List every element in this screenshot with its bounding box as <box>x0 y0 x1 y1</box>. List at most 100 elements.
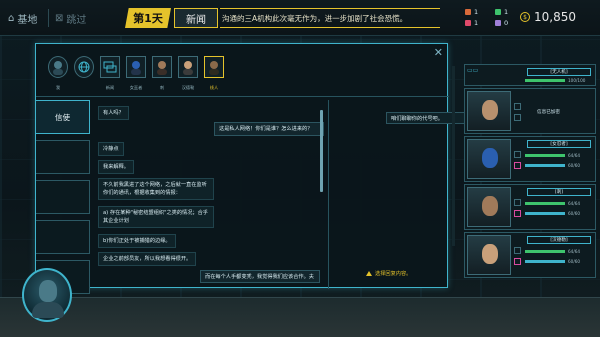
contact-name: 刺 <box>159 85 165 90</box>
chat-message: a) 存在某种"秘密结盟组织"之类的情况；合乎其企业计划 <box>98 206 214 228</box>
informant-portrait-icon <box>209 61 219 75</box>
currency-icon: $ <box>520 12 530 22</box>
skill-icon <box>514 258 521 265</box>
money-value: 10,850 <box>534 10 576 24</box>
health-row: 64/64 <box>525 201 580 206</box>
chat-scrollbar[interactable] <box>320 110 323 192</box>
base-label: 基地 <box>17 14 38 26</box>
contact-divider <box>36 96 449 97</box>
energy-row: 60/60 <box>525 211 580 216</box>
roster-name: [无人机] <box>527 68 591 76</box>
energy-row: 60/60 <box>525 163 580 168</box>
panel-divider <box>328 100 329 289</box>
tab-messenger[interactable]: 信使 <box>36 100 90 134</box>
roster-name: [汉德勒] <box>527 236 591 244</box>
contact-ci[interactable] <box>152 56 172 78</box>
agent-portrait-icon <box>53 61 63 75</box>
home-icon: ⌂ <box>8 12 15 24</box>
contact-ninja[interactable] <box>126 56 146 78</box>
skip-button[interactable]: ⊠ 跳过 <box>55 10 86 26</box>
contact-row: 我 新闻 女巫者 刺 汉德勒 线人 <box>44 52 244 92</box>
resource-purple-icon <box>495 20 501 26</box>
contact-name: 新闻 <box>105 85 115 90</box>
roster-card-handler[interactable]: [汉德勒] 64/64 60/60 <box>464 232 596 278</box>
energy-row: 60/60 <box>525 259 580 264</box>
base-button[interactable]: ⌂ 基地 <box>8 10 37 26</box>
skill-icon <box>514 151 521 158</box>
health-row: 64/64 <box>525 249 580 254</box>
health-bar <box>525 79 565 82</box>
contact-name: 女巫者 <box>129 85 143 90</box>
choose-reply-hint: 选择回复内容。 <box>366 270 411 277</box>
money-display: $ 10,850 <box>520 10 576 24</box>
skill-icon <box>514 199 521 206</box>
card-icons <box>514 151 522 169</box>
contact-informant[interactable] <box>204 56 224 78</box>
reply-option[interactable]: 咱们聊聊你的代号吧。 <box>386 112 476 124</box>
tab-channel-3[interactable] <box>36 180 90 214</box>
day-badge: 第1天 <box>125 8 171 28</box>
resource-item[interactable]: 1 <box>465 19 478 27</box>
contact-name: 我 <box>55 85 61 90</box>
encrypted-label: 信息已加密 <box>537 110 560 115</box>
top-divider <box>48 9 49 27</box>
energy-bar <box>525 164 565 167</box>
roster-card-ninja[interactable]: [女忍者] 64/64 60/60 <box>464 136 596 182</box>
ci-portrait-icon <box>157 61 167 75</box>
avatar-head <box>39 280 57 302</box>
skip-label: 跳过 <box>66 14 87 26</box>
handler-portrait-icon <box>183 61 193 75</box>
contact-network[interactable] <box>74 56 94 78</box>
roster-name: [刺] <box>527 188 591 196</box>
face <box>482 196 498 216</box>
skill-icon <box>514 162 521 169</box>
chat-message: 企业之前部员友，所以我想看得很开。 <box>98 252 197 266</box>
roster-card-ci[interactable]: [刺] 64/64 60/60 <box>464 184 596 230</box>
tab-channel-2[interactable] <box>36 140 90 174</box>
avatar-body <box>32 302 64 318</box>
health-bar <box>525 250 565 253</box>
face <box>482 100 498 120</box>
ninja-portrait-icon <box>131 61 141 75</box>
drone-health: 100/100 <box>525 78 585 83</box>
portrait <box>467 139 511 179</box>
energy-bar <box>525 260 565 263</box>
health-bar <box>525 154 565 157</box>
chat-icon <box>103 61 117 73</box>
channel-tabs: 信使 <box>36 100 90 294</box>
health-bar <box>525 202 565 205</box>
portrait <box>467 91 511 131</box>
chat-log: 有人吗？ 这是私人网络！你们是谁？怎么进来的？ 冷静点 我来解释。 不久前我黑进… <box>94 106 326 284</box>
resource-red-icon <box>465 9 471 15</box>
roster-card-drone[interactable]: ▭▭ [无人机] 100/100 <box>464 64 596 86</box>
energy-bar <box>525 212 565 215</box>
resource-pink-icon <box>465 20 471 26</box>
resource-item[interactable]: 1 <box>465 8 478 16</box>
face <box>482 244 498 264</box>
roster-name: [女忍者] <box>527 140 591 148</box>
roster-scrollbar[interactable] <box>452 66 455 246</box>
globe-icon <box>78 61 90 73</box>
chat-message: 有人吗？ <box>98 106 129 120</box>
news-label[interactable]: 新闻 <box>174 8 218 28</box>
chat-message: 冷静点 <box>98 142 124 156</box>
close-icon[interactable]: ✕ <box>434 46 443 59</box>
player-avatar[interactable] <box>22 268 72 322</box>
drone-icon: ▭▭ <box>467 67 479 74</box>
contact-name: 线人 <box>209 85 219 90</box>
roster-card-locked[interactable]: 信息已加密 <box>464 88 596 134</box>
card-icons <box>514 199 522 217</box>
health-row: 64/64 <box>525 153 580 158</box>
top-bar: ⌂ 基地 ⊠ 跳过 第1天 新闻 沟通的三A机构此次毫无作为，进一步加剧了社会恐… <box>0 0 600 36</box>
resource-green-icon <box>495 9 501 15</box>
news-ticker: 沟通的三A机构此次毫无作为，进一步加剧了社会恐慌。 <box>220 8 440 28</box>
card-icons <box>514 247 522 265</box>
messenger-dialog: ✕ 我 新闻 女巫者 刺 汉德勒 线人 信使 有人吗？ 这是私人网络！你们是谁？… <box>35 43 476 294</box>
face <box>482 148 498 168</box>
tab-channel-4[interactable] <box>36 220 90 254</box>
contact-news[interactable] <box>100 56 120 78</box>
contact-self[interactable] <box>48 56 68 78</box>
contact-handler[interactable] <box>178 56 198 78</box>
resource-item[interactable]: 0 <box>495 19 508 27</box>
resource-item[interactable]: 1 <box>495 8 508 16</box>
